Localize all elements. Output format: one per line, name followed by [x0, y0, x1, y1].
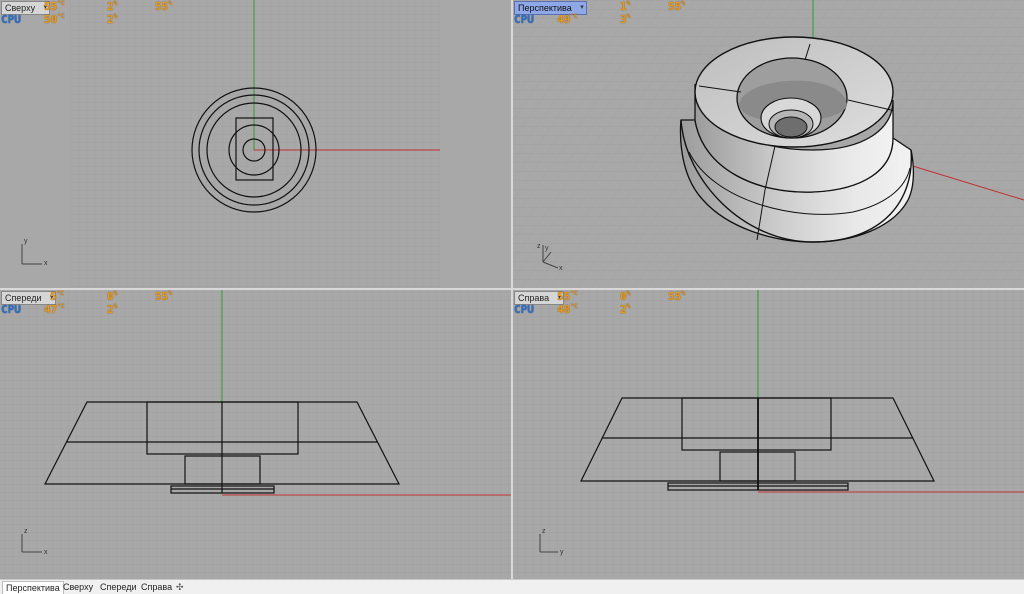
hud-cpu-label: CPU [1, 303, 21, 316]
hud-cpu-label: CPU [1, 13, 21, 26]
hud-cpu-1: 48°C [557, 303, 578, 316]
viewport-front[interactable]: z x Спереди ▾ 5°C 0% 55% CPU 47°C 2% [0, 290, 511, 579]
grid-front: z x [0, 290, 511, 579]
tab-top[interactable]: Сверху [60, 581, 96, 593]
hud-cpu-2: 2% [107, 13, 118, 26]
svg-text:x: x [44, 260, 48, 267]
svg-text:z: z [537, 243, 541, 250]
viewport-tab-bar: Перспектива Сверху Спереди Справа ✣ [0, 579, 1024, 594]
svg-text:y: y [560, 549, 564, 556]
perspective-part[interactable] [679, 36, 914, 243]
svg-text:x: x [559, 265, 563, 272]
hud-cpu-2: 2% [620, 303, 631, 316]
hud-temp-1: 1% [620, 0, 631, 13]
hud-cpu-1: 47°C [44, 303, 65, 316]
hud-cpu-1: 49°C [557, 13, 578, 26]
hud-cpu-label: CPU [514, 13, 534, 26]
plus-icon[interactable]: ✣ [176, 581, 184, 593]
hud-temp-1: 5°C [50, 290, 64, 303]
svg-text:x: x [44, 549, 48, 556]
svg-text:z: z [542, 528, 546, 535]
hud-cpu-label: CPU [514, 303, 534, 316]
hud-temp-3: 55% [668, 290, 685, 303]
hud-temp-3: 55% [155, 290, 172, 303]
svg-text:z: z [24, 528, 28, 535]
hud-cpu-2: 3% [620, 13, 631, 26]
tab-front[interactable]: Спереди [97, 581, 139, 593]
grid-perspective: z y x [513, 0, 1024, 288]
hud-temp-3: 55% [155, 0, 172, 13]
hud-temp-1: 55°C [557, 290, 578, 303]
svg-text:y: y [545, 245, 549, 252]
hud-temp-2: 0% [107, 290, 118, 303]
svg-text:y: y [24, 238, 28, 245]
grid-top: y x [21, 0, 440, 288]
hud-temp-2: 2% [107, 0, 118, 13]
hud-cpu-2: 2% [107, 303, 118, 316]
hud-temp-1: 55°C [44, 0, 65, 13]
tab-right[interactable]: Справа [138, 581, 175, 593]
chevron-down-icon[interactable]: ▾ [580, 2, 584, 14]
tab-perspective[interactable]: Перспектива [2, 581, 64, 594]
viewport-top[interactable]: y x Сверху ▾ 55°C 2% 55% CPU 50°C 2% [0, 0, 511, 288]
hud-temp-2: 0% [620, 290, 631, 303]
viewport-right[interactable]: z y Справа ▾ 55°C 0% 55% CPU 48°C 2% [513, 290, 1024, 579]
viewport-perspective[interactable]: z y x Перспектива ▾ 1% 55% CPU 49°C 3% [513, 0, 1024, 288]
axis-gizmo-top: y x [21, 238, 48, 267]
grid-right: z y [513, 290, 1024, 579]
viewport-divider-horizontal[interactable] [0, 288, 1024, 290]
hud-cpu-1: 50°C [44, 13, 65, 26]
hud-temp-2: 55% [668, 0, 685, 13]
